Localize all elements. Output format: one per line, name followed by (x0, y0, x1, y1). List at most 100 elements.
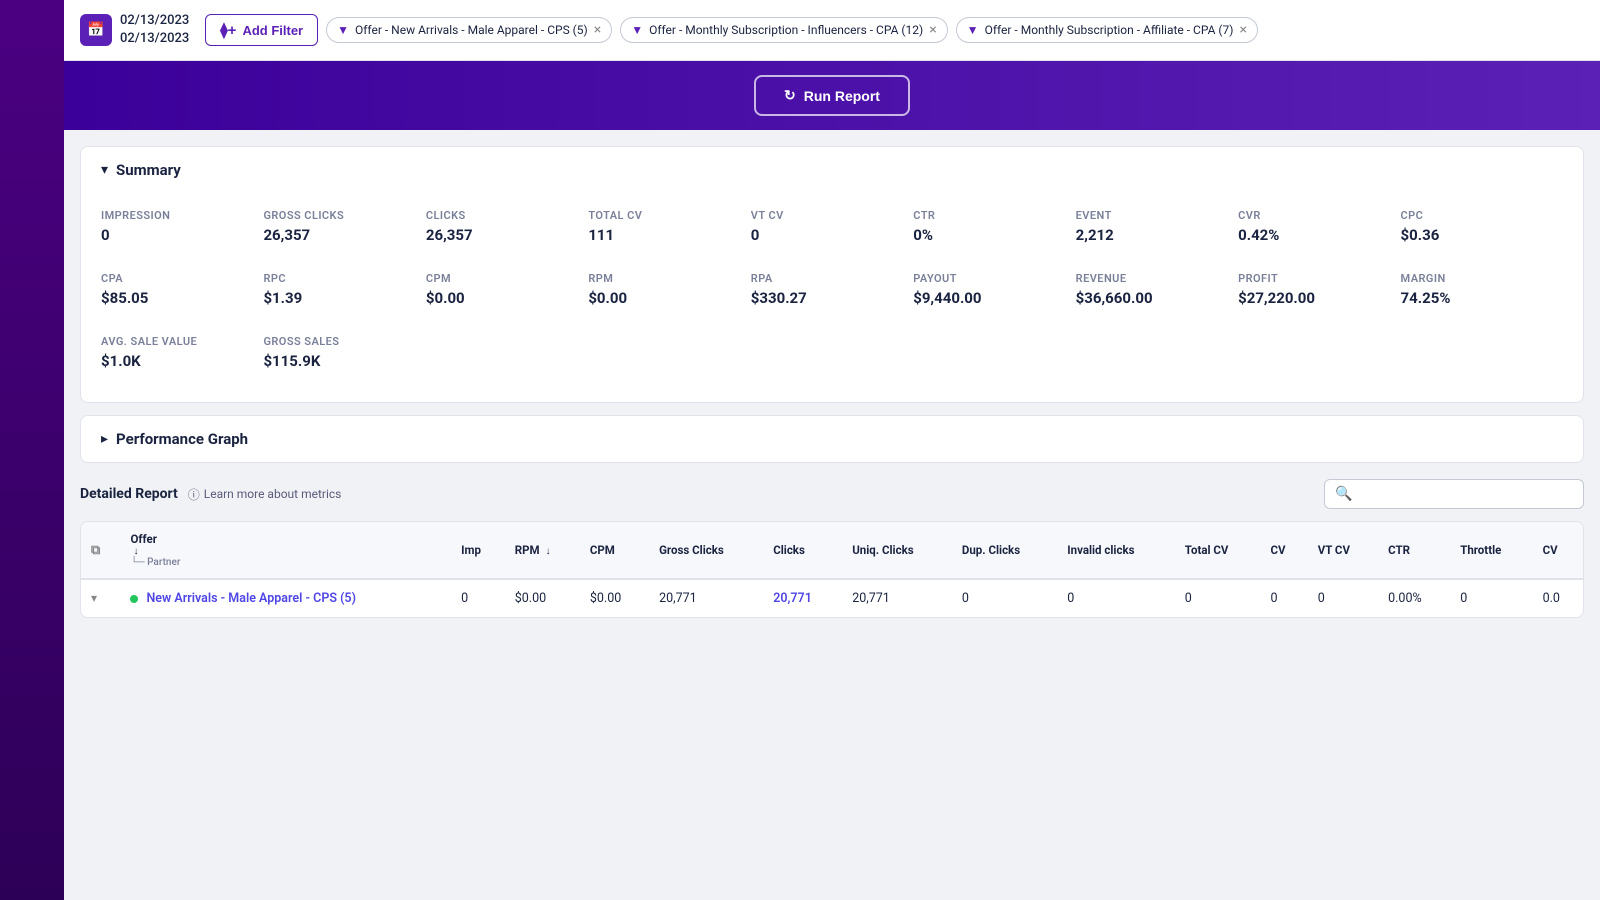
metric-rpa-label: RPA (751, 272, 913, 285)
add-filter-button[interactable]: ⧫+ Add Filter (205, 14, 318, 46)
learn-more-link[interactable]: ⓘ Learn more about metrics (188, 486, 342, 503)
metric-ctr-value: 0% (913, 226, 1075, 244)
date-text: 02/13/2023 02/13/2023 (120, 12, 189, 48)
metric-rpa: RPA $330.27 (751, 272, 913, 319)
metric-payout: PAYOUT $9,440.00 (913, 272, 1075, 319)
performance-graph-header[interactable]: ▸ Performance Graph (81, 416, 1583, 462)
metric-clicks-value: 26,357 (426, 226, 588, 244)
table-row: ▾ New Arrivals - Male Apparel - CPS (5) … (81, 579, 1583, 617)
metric-revenue: REVENUE $36,660.00 (1076, 272, 1238, 319)
row-clicks-value[interactable]: 20,771 (773, 591, 812, 606)
th-expand: ⧉ (81, 522, 120, 579)
offer-status-dot (130, 595, 138, 603)
metric-event: EVENT 2,212 (1076, 209, 1238, 256)
summary-metrics-row2: CPA $85.05 RPC $1.39 CPM $0.00 RPM $0.00… (81, 256, 1583, 319)
detailed-report-section: Detailed Report ⓘ Learn more about metri… (80, 479, 1584, 618)
date-range: 📅 02/13/2023 02/13/2023 (80, 12, 189, 48)
th-uniq-clicks-label: Uniq. Clicks (852, 543, 913, 557)
th-cv-label: CV (1271, 543, 1286, 557)
metric-gross-sales-value: $115.9K (263, 352, 425, 370)
summary-metrics-row1: IMPRESSION 0 GROSS CLICKS 26,357 CLICKS … (81, 193, 1583, 256)
performance-graph-chevron-icon: ▸ (101, 431, 108, 447)
metric-cpa-label: CPA (101, 272, 263, 285)
learn-more-label: Learn more about metrics (204, 487, 342, 501)
metric-cpa: CPA $85.05 (101, 272, 263, 319)
metric-gross-clicks-label: GROSS CLICKS (263, 209, 425, 222)
calendar-icon: 📅 (80, 14, 112, 46)
search-icon: 🔍 (1335, 486, 1352, 502)
metric-revenue-label: REVENUE (1076, 272, 1238, 285)
th-imp: Imp (451, 522, 505, 579)
metric-cvr: CVR 0.42% (1238, 209, 1400, 256)
metric-rpm: RPM $0.00 (588, 272, 750, 319)
chip-remove-2[interactable]: × (1239, 23, 1246, 37)
filter-bar: 📅 02/13/2023 02/13/2023 ⧫+ Add Filter ▼ … (64, 0, 1600, 61)
metric-payout-value: $9,440.00 (913, 289, 1075, 307)
metric-event-value: 2,212 (1076, 226, 1238, 244)
date-line1: 02/13/2023 (120, 12, 189, 30)
filter-chip-0[interactable]: ▼ Offer - New Arrivals - Male Apparel - … (326, 17, 612, 43)
row-collapse-icon[interactable]: ▾ (91, 591, 97, 605)
metric-vt-cv: VT CV 0 (751, 209, 913, 256)
metric-rpc: RPC $1.39 (263, 272, 425, 319)
metric-cpm-label: CPM (426, 272, 588, 285)
detailed-report-header: Detailed Report ⓘ Learn more about metri… (80, 479, 1584, 509)
th-cv: CV (1261, 522, 1308, 579)
th-rpm-label: RPM (515, 543, 540, 557)
metric-rpm-label: RPM (588, 272, 750, 285)
metric-vt-cv-value: 0 (751, 226, 913, 244)
metric-profit-label: PROFIT (1238, 272, 1400, 285)
add-filter-label: Add Filter (242, 23, 303, 38)
row-offer-cell: New Arrivals - Male Apparel - CPS (5) (120, 579, 451, 617)
metric-cpc-value: $0.36 (1401, 226, 1563, 244)
metric-ctr: CTR 0% (913, 209, 1075, 256)
metric-ctr-label: CTR (913, 209, 1075, 222)
chip-label-2: Offer - Monthly Subscription - Affiliate… (985, 23, 1234, 37)
run-report-refresh-icon: ↻ (784, 87, 796, 104)
add-filter-icon: ⧫+ (220, 21, 236, 39)
filter-chip-1[interactable]: ▼ Offer - Monthly Subscription - Influen… (620, 17, 947, 43)
metric-margin: MARGIN 74.25% (1401, 272, 1563, 319)
detailed-title-group: Detailed Report ⓘ Learn more about metri… (80, 486, 341, 503)
metric-clicks: CLICKS 26,357 (426, 209, 588, 256)
chip-label-1: Offer - Monthly Subscription - Influence… (649, 23, 923, 37)
row-expand-cell[interactable]: ▾ (81, 579, 120, 617)
sidebar (0, 0, 64, 900)
row-total-cv: 0 (1175, 579, 1261, 617)
summary-title: Summary (116, 161, 181, 179)
metric-vt-cv-label: VT CV (751, 209, 913, 222)
metric-revenue-value: $36,660.00 (1076, 289, 1238, 307)
metric-rpc-label: RPC (263, 272, 425, 285)
chip-remove-0[interactable]: × (594, 23, 601, 37)
main-content: 📅 02/13/2023 02/13/2023 ⧫+ Add Filter ▼ … (64, 0, 1600, 900)
chip-remove-1[interactable]: × (929, 23, 936, 37)
metric-rpa-value: $330.27 (751, 289, 913, 307)
metric-cpc: CPC $0.36 (1401, 209, 1563, 256)
offer-sort-icon: ↓ (133, 546, 441, 557)
run-report-button[interactable]: ↻ Run Report (754, 75, 910, 116)
th-offer-label: Offer (130, 532, 441, 546)
metric-total-cv-label: TOTAL CV (588, 209, 750, 222)
metric-total-cv: TOTAL CV 111 (588, 209, 750, 256)
metric-profit-value: $27,220.00 (1238, 289, 1400, 307)
summary-chevron-icon: ▾ (101, 162, 108, 178)
row-throttle: 0 (1450, 579, 1532, 617)
summary-header[interactable]: ▾ Summary (81, 147, 1583, 193)
search-box[interactable]: 🔍 (1324, 479, 1584, 509)
row-cv: 0 (1261, 579, 1308, 617)
rpm-sort-icon: ↓ (546, 546, 551, 557)
th-gross-clicks: Gross Clicks (649, 522, 763, 579)
th-rpm[interactable]: RPM ↓ (505, 522, 580, 579)
metric-cpc-label: CPC (1401, 209, 1563, 222)
metric-rpm-value: $0.00 (588, 289, 750, 307)
metric-clicks-label: CLICKS (426, 209, 588, 222)
metric-margin-label: MARGIN (1401, 272, 1563, 285)
th-cv2: CV (1533, 522, 1583, 579)
filter-chip-2[interactable]: ▼ Offer - Monthly Subscription - Affilia… (956, 17, 1258, 43)
th-dup-clicks: Dup. Clicks (952, 522, 1057, 579)
metric-impression-value: 0 (101, 226, 263, 244)
offer-name[interactable]: New Arrivals - Male Apparel - CPS (5) (146, 591, 356, 606)
search-input[interactable] (1358, 487, 1573, 502)
metric-payout-label: PAYOUT (913, 272, 1075, 285)
th-offer[interactable]: Offer ↓ └─ Partner (120, 522, 451, 579)
